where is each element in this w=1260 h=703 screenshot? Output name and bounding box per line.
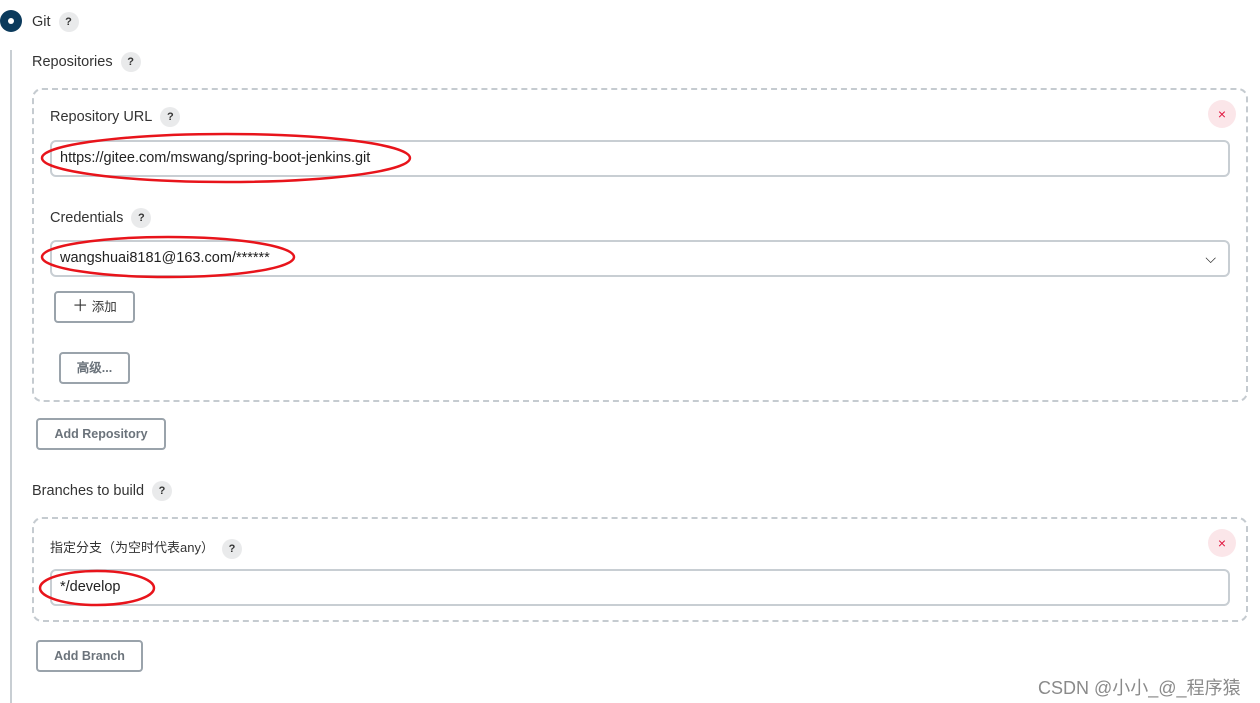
help-icon[interactable]: ? <box>221 538 242 559</box>
add-label: 添加 <box>91 300 117 314</box>
add-repository-button[interactable]: Add Repository <box>36 418 166 450</box>
delete-repository-button[interactable]: × <box>1208 100 1236 128</box>
help-icon[interactable]: ? <box>160 107 181 127</box>
repositories-label: Repositories <box>32 53 113 70</box>
add-branch-button[interactable]: Add Branch <box>36 640 143 672</box>
help-icon[interactable]: ? <box>152 481 173 501</box>
chevron-down-icon: ⌵ <box>1205 250 1216 266</box>
branch-specifier-label: 指定分支（为空时代表any） <box>50 540 214 555</box>
help-icon[interactable]: ? <box>131 208 152 228</box>
delete-branch-button[interactable]: × <box>1208 529 1236 557</box>
credentials-select[interactable]: wangshuai8181@163.com/****** ⌵ <box>50 240 1230 277</box>
watermark: CSDN @小小_@_程序猿 <box>1038 678 1241 698</box>
add-credentials-button[interactable]: ＋ 添加 <box>54 291 135 323</box>
branches-label: Branches to build <box>32 482 145 499</box>
plus-icon: ＋ <box>72 298 89 315</box>
git-label: Git <box>32 13 51 30</box>
credentials-label: Credentials <box>50 209 124 226</box>
credentials-value: wangshuai8181@163.com/****** <box>60 250 270 266</box>
help-icon[interactable]: ? <box>120 52 141 72</box>
advanced-button[interactable]: 高级... <box>59 352 130 384</box>
help-icon[interactable]: ? <box>58 12 79 32</box>
section-divider <box>10 50 12 703</box>
branch-specifier-input[interactable]: */develop <box>50 569 1230 606</box>
git-radio[interactable] <box>0 10 22 32</box>
repository-url-label: Repository URL <box>50 108 153 125</box>
repository-url-input[interactable]: https://gitee.com/mswang/spring-boot-jen… <box>50 140 1230 177</box>
